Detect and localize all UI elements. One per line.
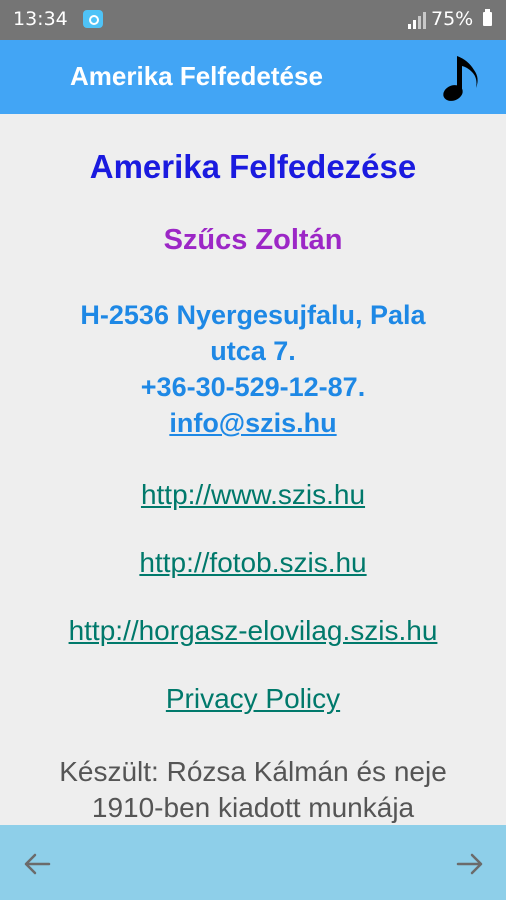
contact-address: H-2536 Nyergesujfalu, Pala utca 7. +36-3… [30, 297, 476, 441]
music-note-icon[interactable] [436, 48, 490, 106]
content-title: Amerika Felfedezése [89, 148, 417, 185]
about-content: Amerika Felfedezése Szűcs Zoltán H-2536 … [0, 114, 506, 825]
status-bar: 13:34 75% [0, 0, 506, 40]
privacy-policy-link[interactable]: Privacy Policy [0, 683, 506, 715]
address-line: utca 7. [210, 336, 296, 366]
fishing-site-link[interactable]: http://horgasz-elovilag.szis.hu [0, 615, 506, 647]
signal-icon [408, 12, 426, 29]
arrow-right-icon[interactable] [455, 849, 485, 879]
app-title: Amerika Felfedetése [70, 61, 323, 91]
app-bar: Amerika Felfedetése [0, 40, 506, 114]
bottom-navigation [0, 825, 506, 900]
credit-text: Készült: Rózsa Kálmán és neje 1910-ben k… [20, 754, 486, 825]
credit-line: Készült: Rózsa Kálmán és neje [59, 756, 447, 787]
author-name: Szűcs Zoltán [163, 224, 343, 256]
email-link[interactable]: info@szis.hu [169, 408, 336, 438]
address-line: H-2536 Nyergesujfalu, Pala [80, 300, 426, 330]
battery-icon [483, 9, 492, 26]
status-time: 13:34 [13, 8, 68, 30]
arrow-left-icon[interactable] [22, 849, 52, 879]
battery-percentage: 75% [431, 8, 474, 30]
screenshot-notification-icon [83, 10, 103, 28]
credit-line: 1910-ben kiadott munkája [91, 792, 415, 823]
photo-site-link[interactable]: http://fotob.szis.hu [0, 547, 506, 579]
phone-number[interactable]: +36-30-529-12-87. [30, 369, 476, 405]
website-link[interactable]: http://www.szis.hu [0, 479, 506, 511]
